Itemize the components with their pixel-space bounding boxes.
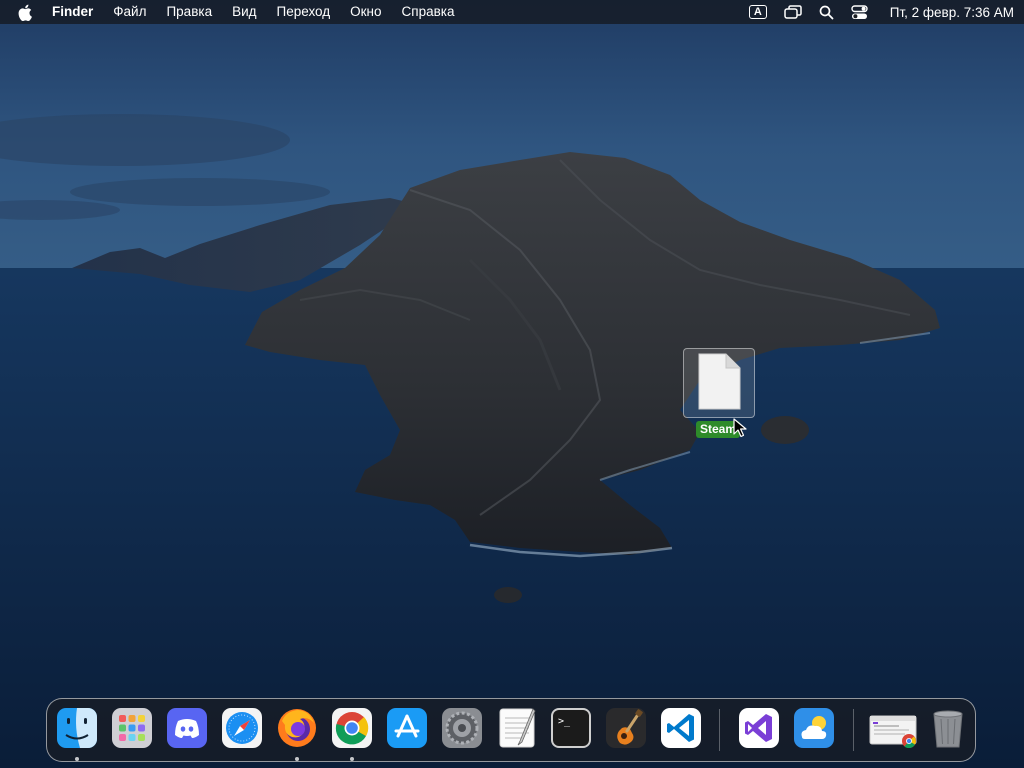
- dock-textedit[interactable]: [496, 707, 538, 749]
- mouse-pointer-icon: [733, 418, 747, 438]
- running-indicator: [295, 757, 299, 761]
- dock-garageband[interactable]: [605, 707, 647, 749]
- dock-launchpad[interactable]: [111, 707, 153, 749]
- dock-weather[interactable]: [793, 707, 835, 749]
- trash-icon: [933, 710, 963, 748]
- control-center-icon[interactable]: [851, 4, 868, 20]
- menu-go[interactable]: Переход: [277, 0, 331, 24]
- dock-app-store[interactable]: [386, 707, 428, 749]
- dock: >_: [46, 698, 976, 762]
- spotlight-search-icon[interactable]: [819, 5, 834, 20]
- dock-minimized-window[interactable]: [869, 707, 919, 749]
- running-indicator: [350, 757, 354, 761]
- dock-chrome[interactable]: [331, 707, 373, 761]
- garageband-icon: [606, 708, 646, 748]
- dock-firefox[interactable]: [276, 707, 318, 761]
- weather-icon: [794, 708, 834, 748]
- menu-app-name[interactable]: Finder: [52, 0, 93, 24]
- terminal-icon: >_: [551, 708, 591, 748]
- screen-mirroring-icon[interactable]: [784, 5, 802, 19]
- input-source-icon[interactable]: A: [748, 5, 767, 19]
- menubar-clock[interactable]: Пт, 2 февр. 7:36 AM: [890, 5, 1014, 20]
- menu-window[interactable]: Окно: [350, 0, 381, 24]
- menu-file[interactable]: Файл: [113, 0, 146, 24]
- dock-visual-studio[interactable]: [738, 707, 780, 749]
- dock-safari[interactable]: [221, 707, 263, 749]
- dock-separator: [853, 709, 854, 751]
- chrome-icon: [332, 708, 372, 748]
- terminal-prompt-label: >_: [558, 716, 571, 727]
- dock-separator: [719, 709, 720, 751]
- menu-help[interactable]: Справка: [402, 0, 455, 24]
- safari-icon: [222, 708, 262, 748]
- wallpaper-catalina: [0, 0, 1024, 768]
- input-source-label: A: [748, 5, 767, 19]
- desktop[interactable]: Finder Файл Правка Вид Переход Окно Спра…: [0, 0, 1024, 768]
- discord-icon: [167, 708, 207, 748]
- menu-edit[interactable]: Правка: [166, 0, 212, 24]
- system-preferences-icon: [442, 708, 482, 748]
- visual-studio-icon: [739, 708, 779, 748]
- finder-icon: [57, 708, 97, 748]
- dock-trash[interactable]: [927, 707, 969, 749]
- running-indicator: [75, 757, 79, 761]
- menu-bar: Finder Файл Правка Вид Переход Окно Спра…: [0, 0, 1024, 24]
- launchpad-icon: [112, 708, 152, 748]
- recent-window-icon: [869, 715, 917, 749]
- document-alias-icon: [685, 353, 742, 416]
- apple-logo-icon[interactable]: [18, 3, 34, 21]
- dock-system-preferences[interactable]: [441, 707, 483, 749]
- dock-vscode[interactable]: [660, 707, 702, 749]
- firefox-icon: [278, 709, 316, 747]
- dock-terminal[interactable]: >_: [550, 707, 592, 749]
- menu-view[interactable]: Вид: [232, 0, 256, 24]
- dock-finder[interactable]: [56, 707, 98, 761]
- textedit-icon: [499, 708, 536, 748]
- vscode-icon: [661, 708, 701, 748]
- dock-discord[interactable]: [166, 707, 208, 749]
- app-store-icon: [387, 708, 427, 748]
